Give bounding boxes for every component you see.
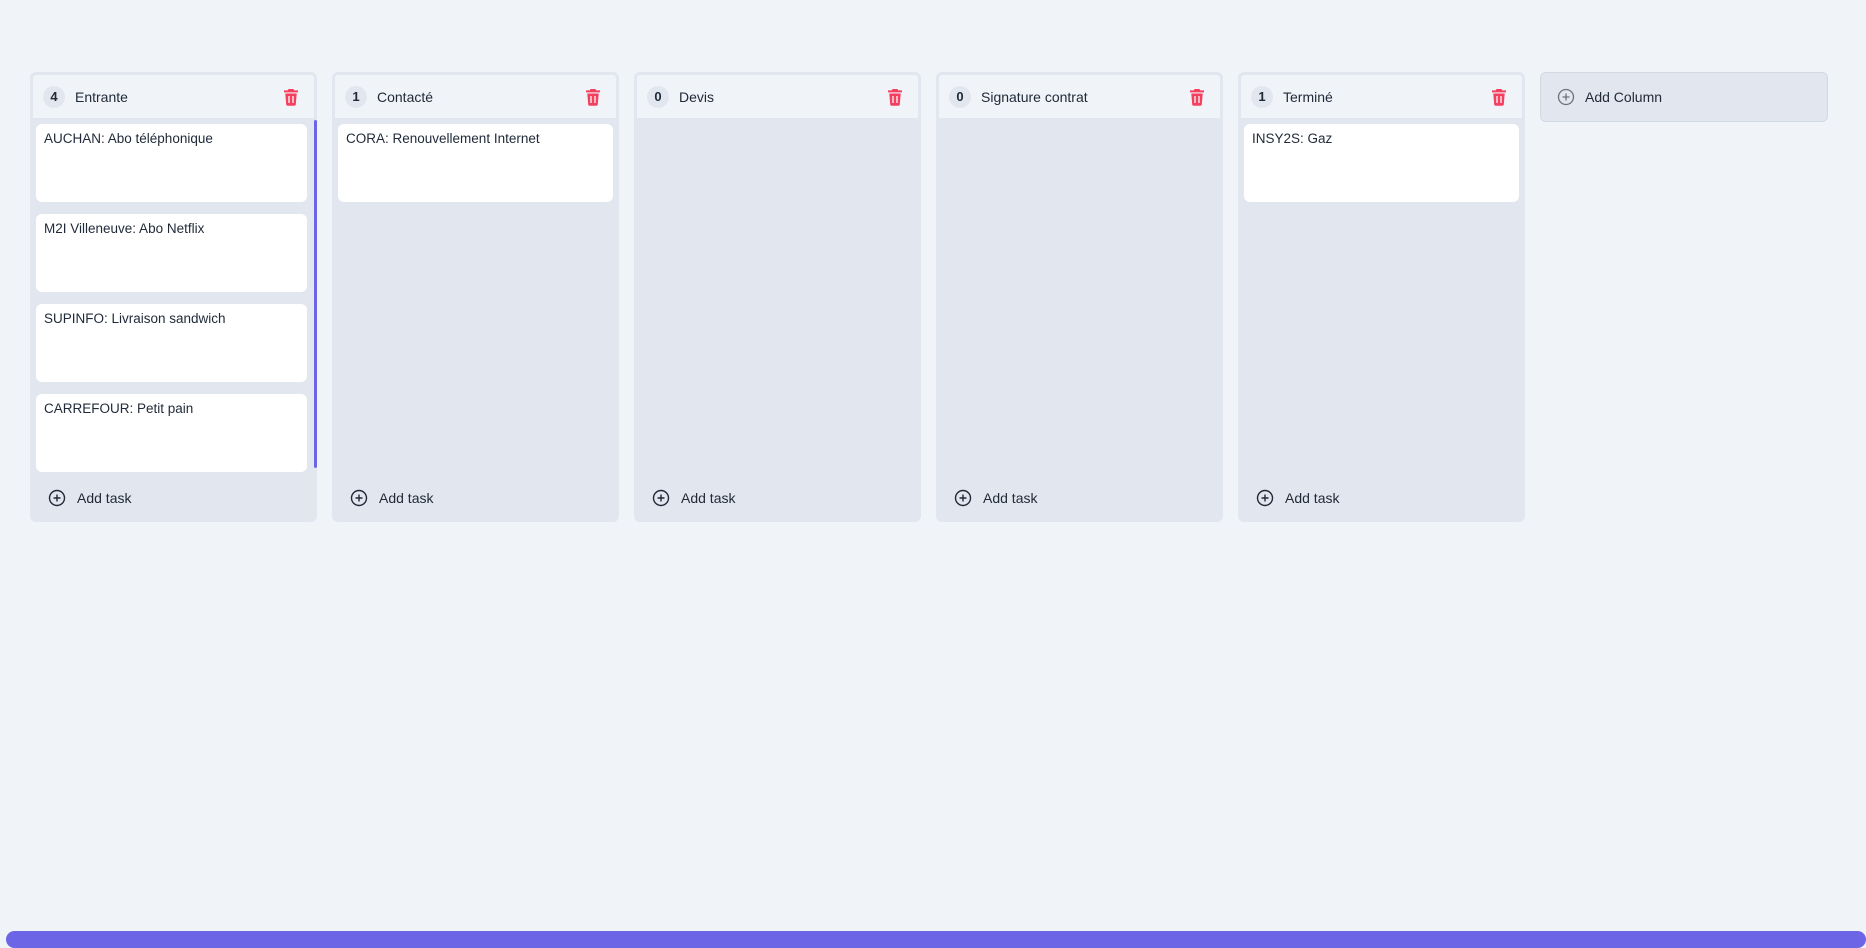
task-card[interactable]: SUPINFO: Livraison sandwich	[36, 304, 307, 382]
delete-column-button[interactable]	[280, 86, 302, 108]
trash-icon	[888, 88, 902, 106]
task-count-badge: 0	[647, 85, 669, 108]
column-header[interactable]: 4 Entrante	[30, 72, 317, 118]
column-signature-contrat[interactable]: 0 Signature contrat Add task	[936, 72, 1223, 522]
column-contacte[interactable]: 1 Contacté CORA: Renouvellement Internet…	[332, 72, 619, 522]
delete-column-button[interactable]	[582, 86, 604, 108]
add-task-label: Add task	[681, 490, 736, 506]
column-title[interactable]: Terminé	[1283, 89, 1488, 105]
plus-circle-icon	[652, 489, 670, 507]
add-task-button[interactable]: Add task	[936, 474, 1223, 522]
column-title[interactable]: Devis	[679, 89, 884, 105]
trash-icon	[1190, 88, 1204, 106]
column-title[interactable]: Signature contrat	[981, 89, 1186, 105]
add-task-label: Add task	[983, 490, 1038, 506]
trash-icon	[284, 88, 298, 106]
column-title[interactable]: Entrante	[75, 89, 280, 105]
column-header[interactable]: 0 Signature contrat	[936, 72, 1223, 118]
task-card[interactable]: INSY2S: Gaz	[1244, 124, 1519, 202]
column-devis[interactable]: 0 Devis Add task	[634, 72, 921, 522]
vertical-scrollbar[interactable]	[314, 120, 317, 468]
add-task-button[interactable]: Add task	[30, 474, 317, 522]
task-list[interactable]	[634, 118, 921, 474]
task-count-badge: 1	[345, 85, 367, 108]
task-card[interactable]: CORA: Renouvellement Internet	[338, 124, 613, 202]
trash-icon	[1492, 88, 1506, 106]
add-task-button[interactable]: Add task	[332, 474, 619, 522]
task-card[interactable]: AUCHAN: Abo téléphonique	[36, 124, 307, 202]
column-header[interactable]: 1 Terminé	[1238, 72, 1525, 118]
delete-column-button[interactable]	[1186, 86, 1208, 108]
add-task-button[interactable]: Add task	[634, 474, 921, 522]
delete-column-button[interactable]	[884, 86, 906, 108]
kanban-board: 4 Entrante AUCHAN: Abo téléphonique M2I …	[30, 72, 1828, 522]
add-task-label: Add task	[379, 490, 434, 506]
plus-circle-icon	[1256, 489, 1274, 507]
add-column-label: Add Column	[1585, 89, 1663, 105]
plus-circle-icon	[1557, 88, 1575, 106]
horizontal-scrollbar[interactable]	[6, 931, 1866, 948]
task-list[interactable]: AUCHAN: Abo téléphonique M2I Villeneuve:…	[30, 118, 317, 474]
task-list[interactable]: INSY2S: Gaz	[1238, 118, 1525, 474]
column-header[interactable]: 1 Contacté	[332, 72, 619, 118]
trash-icon	[586, 88, 600, 106]
plus-circle-icon	[954, 489, 972, 507]
task-card[interactable]: M2I Villeneuve: Abo Netflix	[36, 214, 307, 292]
task-count-badge: 4	[43, 85, 65, 108]
column-entrante[interactable]: 4 Entrante AUCHAN: Abo téléphonique M2I …	[30, 72, 317, 522]
column-header[interactable]: 0 Devis	[634, 72, 921, 118]
task-list[interactable]	[936, 118, 1223, 474]
task-list[interactable]: CORA: Renouvellement Internet	[332, 118, 619, 474]
add-task-label: Add task	[1285, 490, 1340, 506]
task-count-badge: 1	[1251, 85, 1273, 108]
plus-circle-icon	[48, 489, 66, 507]
add-task-button[interactable]: Add task	[1238, 474, 1525, 522]
add-column-button[interactable]: Add Column	[1540, 72, 1828, 122]
add-task-label: Add task	[77, 490, 132, 506]
task-card[interactable]: CARREFOUR: Petit pain	[36, 394, 307, 472]
plus-circle-icon	[350, 489, 368, 507]
column-termine[interactable]: 1 Terminé INSY2S: Gaz Add task	[1238, 72, 1525, 522]
delete-column-button[interactable]	[1488, 86, 1510, 108]
task-count-badge: 0	[949, 85, 971, 108]
column-title[interactable]: Contacté	[377, 89, 582, 105]
